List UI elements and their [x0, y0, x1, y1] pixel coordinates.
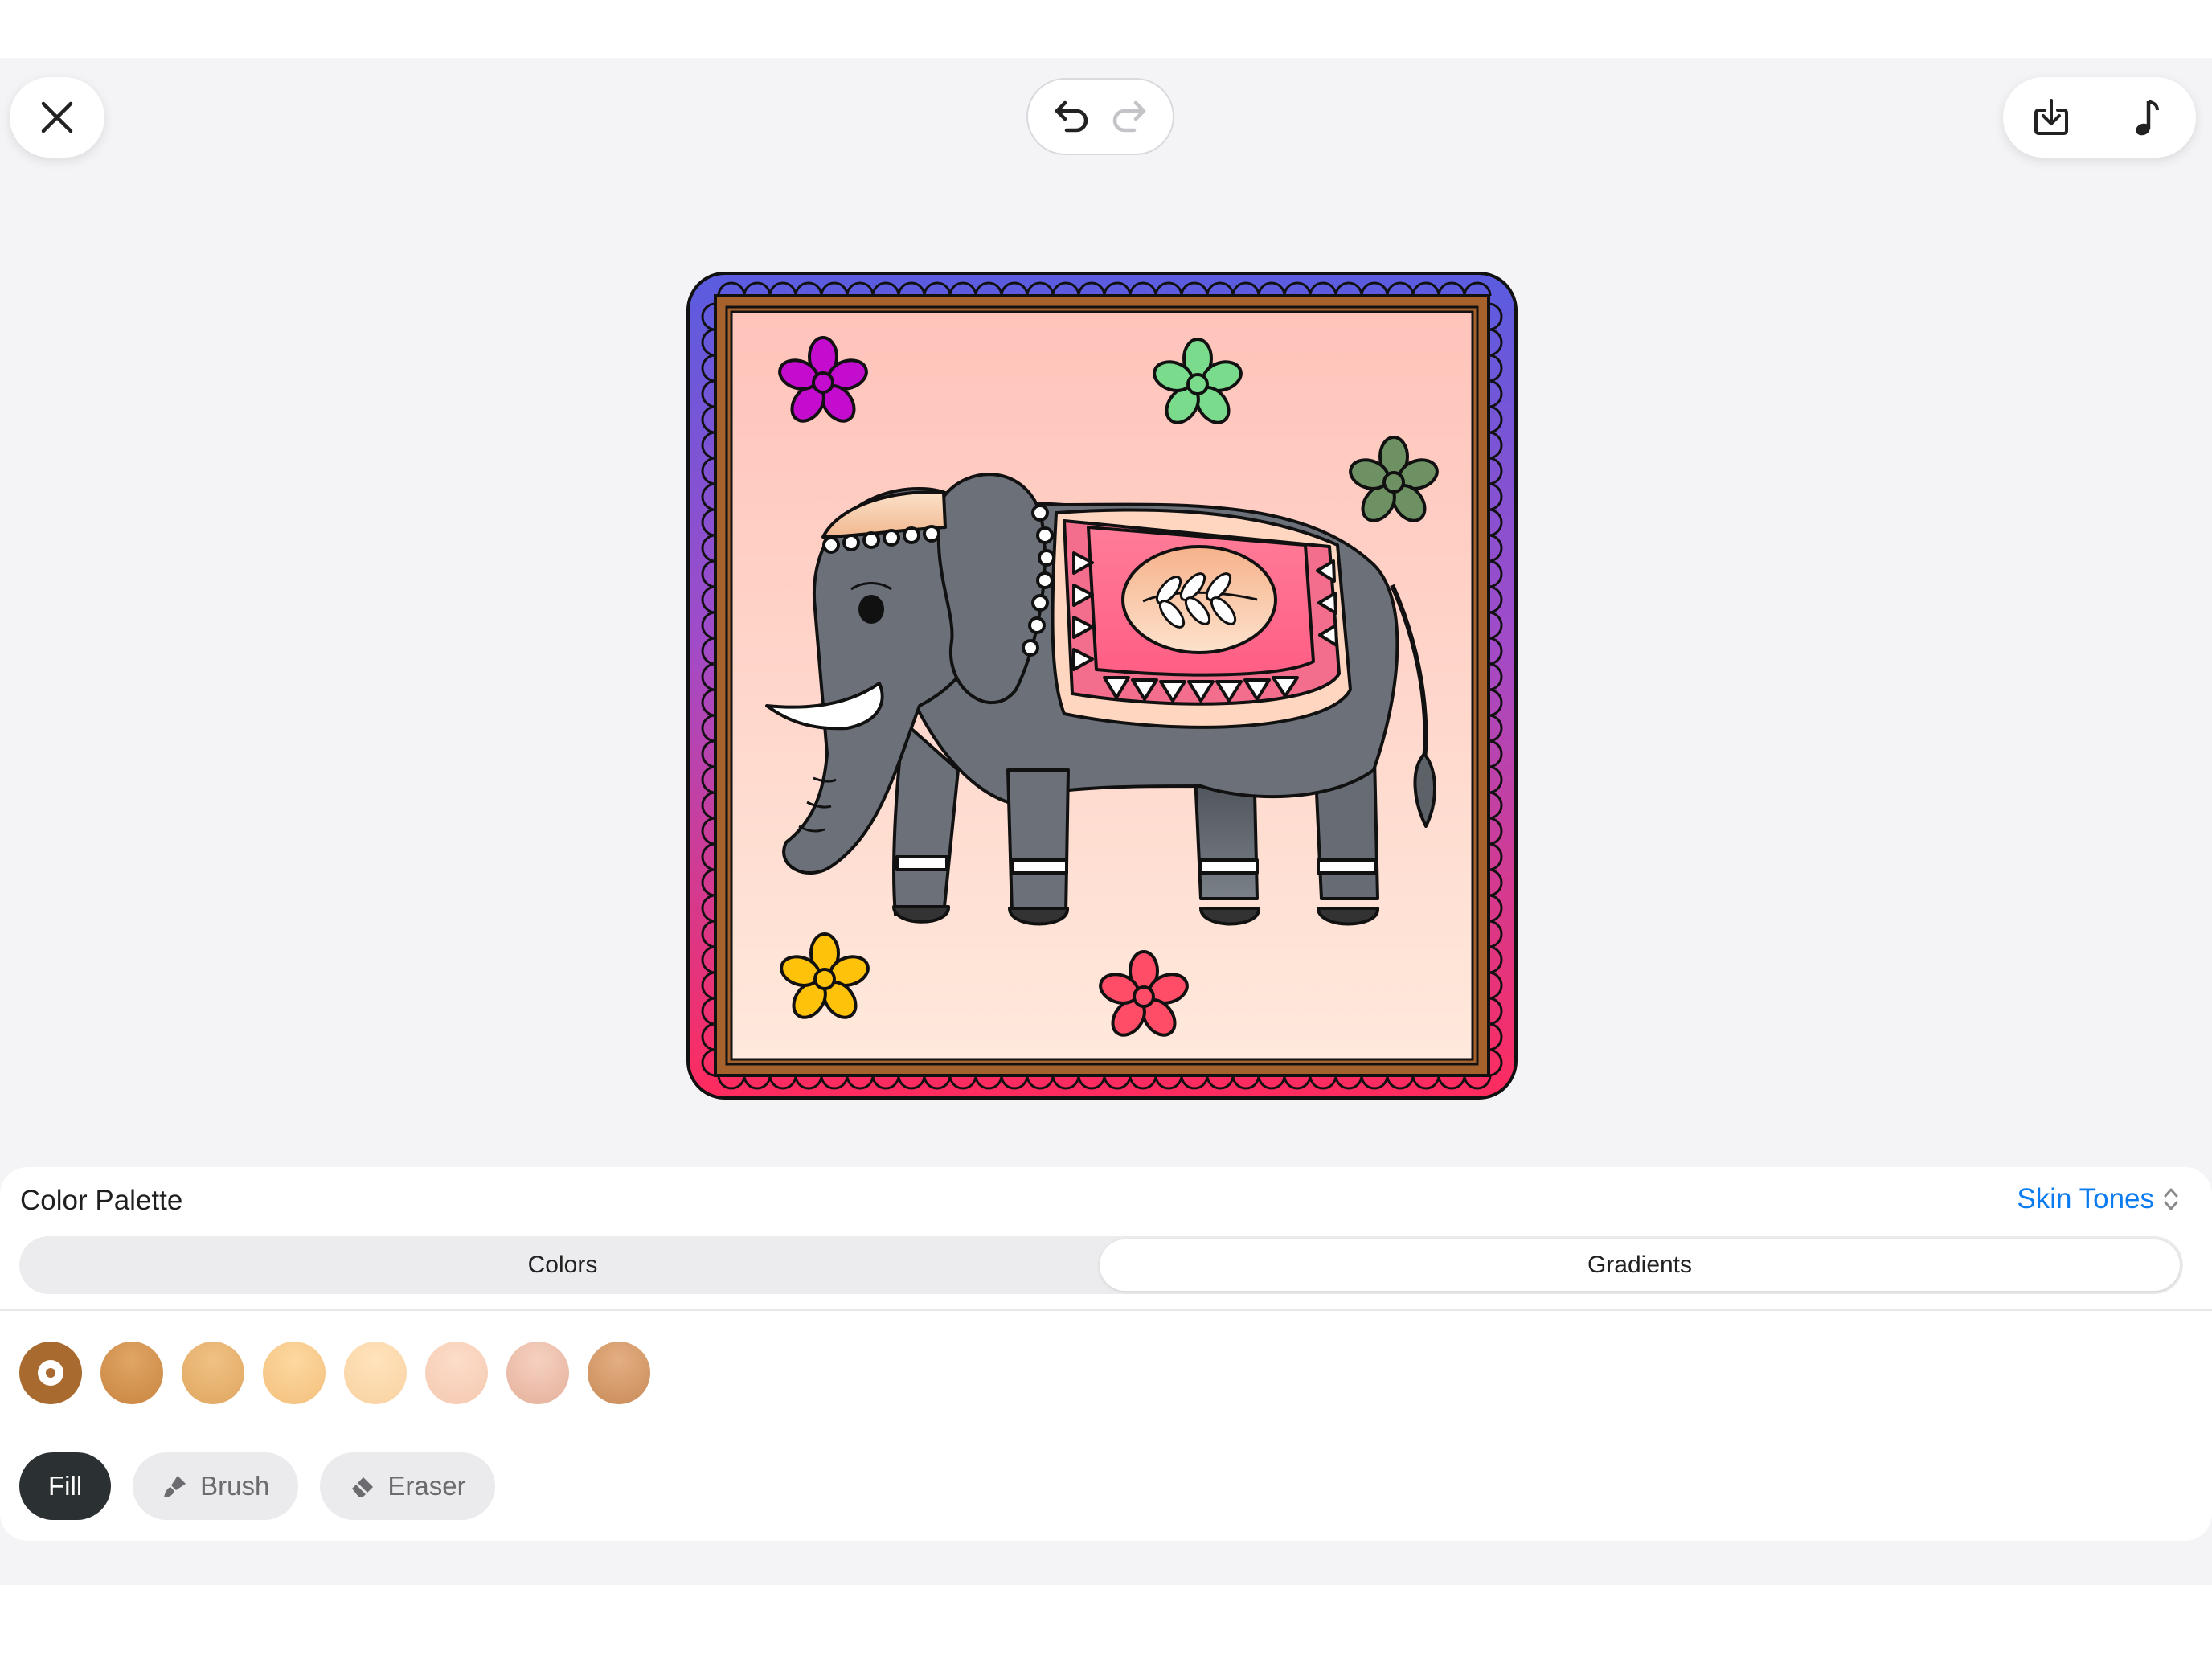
- tab-colors[interactable]: Colors: [23, 1239, 1103, 1291]
- redo-button[interactable]: [1106, 94, 1151, 139]
- swatch[interactable]: [588, 1342, 650, 1404]
- elephant-coloring-artwork[interactable]: [686, 272, 1518, 1100]
- eraser-icon: [352, 1477, 374, 1497]
- swatch-row: [19, 1342, 650, 1404]
- download-icon: [2034, 99, 2068, 135]
- palette-title: Color Palette: [20, 1185, 183, 1216]
- brush-tool-label: Brush: [200, 1471, 270, 1501]
- eraser-tool-button[interactable]: Eraser: [320, 1452, 495, 1520]
- swatch[interactable]: [344, 1342, 407, 1404]
- eraser-tool-label: Eraser: [387, 1471, 466, 1501]
- fill-tool-button[interactable]: Fill: [19, 1452, 112, 1520]
- swatch[interactable]: [182, 1342, 244, 1404]
- music-note-icon: [2136, 100, 2159, 136]
- chevron-up-down-icon: [2164, 1188, 2178, 1210]
- music-button[interactable]: [2120, 89, 2176, 145]
- swatch[interactable]: [506, 1342, 569, 1404]
- undo-icon: [1055, 100, 1088, 133]
- palette-mode-tabs: Colors Gradients: [19, 1236, 2183, 1294]
- palette-selector-label: Skin Tones: [2017, 1183, 2154, 1215]
- swatch-selected[interactable]: [19, 1342, 82, 1404]
- close-icon: [41, 101, 73, 133]
- tab-gradients[interactable]: Gradients: [1100, 1239, 2180, 1291]
- brush-tool-button[interactable]: Brush: [133, 1452, 299, 1520]
- undo-button[interactable]: [1050, 94, 1095, 139]
- close-button[interactable]: [10, 77, 104, 158]
- undo-redo-group: [1026, 78, 1174, 155]
- download-button[interactable]: [2023, 89, 2079, 145]
- swatch[interactable]: [425, 1342, 488, 1404]
- top-actions-group: [2003, 77, 2196, 158]
- divider: [0, 1309, 2212, 1311]
- color-palette-panel: Color Palette Skin Tones Colors Gradient…: [0, 1167, 2212, 1541]
- brush-icon: [164, 1476, 186, 1497]
- redo-icon: [1112, 100, 1146, 133]
- swatch[interactable]: [263, 1342, 326, 1404]
- tool-selector: Fill Brush Eraser: [19, 1452, 495, 1520]
- selected-indicator-icon: [38, 1360, 63, 1386]
- swatch[interactable]: [100, 1342, 163, 1404]
- palette-selector[interactable]: Skin Tones: [2017, 1183, 2180, 1215]
- fill-tool-label: Fill: [48, 1471, 83, 1501]
